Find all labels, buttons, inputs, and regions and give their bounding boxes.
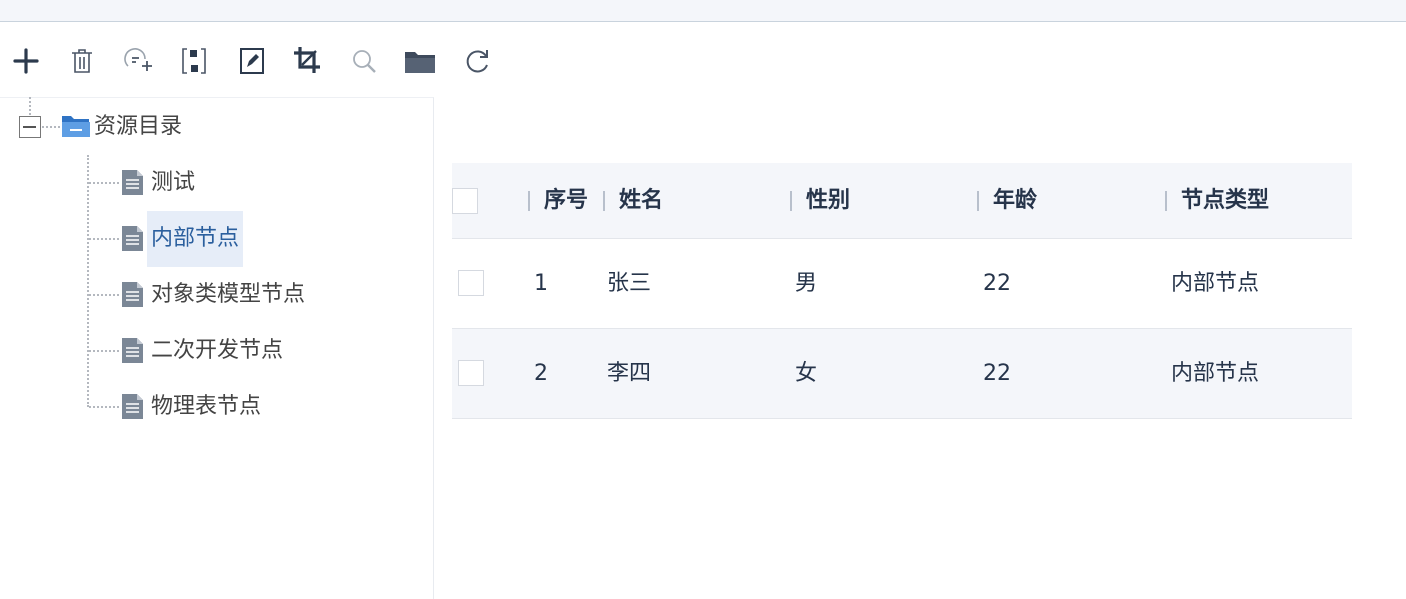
toolbar bbox=[0, 40, 520, 84]
folder-open-icon bbox=[61, 113, 91, 143]
document-icon bbox=[121, 337, 144, 368]
tree-connector bbox=[89, 182, 119, 184]
edit-icon[interactable] bbox=[236, 40, 268, 82]
tree-connector bbox=[42, 126, 60, 128]
search-icon[interactable] bbox=[348, 40, 380, 82]
column-header-name[interactable]: 姓名 bbox=[619, 163, 663, 239]
cell-age: 22 bbox=[983, 271, 1011, 296]
tree-connector bbox=[89, 294, 119, 296]
tree-connector bbox=[89, 406, 119, 408]
column-header-index[interactable]: 序号 bbox=[544, 163, 588, 239]
top-bar bbox=[0, 0, 1406, 22]
table-row[interactable]: 2 李四 女 22 内部节点 bbox=[452, 329, 1352, 419]
document-icon bbox=[121, 225, 144, 256]
column-separator bbox=[528, 191, 530, 211]
resize-icon[interactable] bbox=[178, 40, 210, 82]
column-header-age[interactable]: 年龄 bbox=[993, 163, 1037, 239]
collapse-toggle[interactable] bbox=[19, 116, 41, 138]
cell-name: 李四 bbox=[607, 361, 652, 386]
delete-icon[interactable] bbox=[66, 40, 98, 82]
table-row[interactable]: 1 张三 男 22 内部节点 bbox=[452, 239, 1352, 329]
tree-connector bbox=[89, 238, 119, 240]
tree-connector bbox=[87, 155, 89, 407]
cell-age: 22 bbox=[983, 361, 1011, 386]
document-icon bbox=[121, 281, 144, 312]
tree-node-physical-table[interactable]: 物理表节点 bbox=[147, 379, 265, 435]
tree-node-secondary-dev[interactable]: 二次开发节点 bbox=[147, 323, 287, 379]
column-header-gender[interactable]: 性别 bbox=[806, 163, 850, 239]
cell-name: 张三 bbox=[607, 271, 652, 296]
add-group-icon[interactable] bbox=[122, 40, 154, 82]
cell-gender: 男 bbox=[795, 271, 818, 296]
column-header-node-type[interactable]: 节点类型 bbox=[1181, 163, 1269, 239]
cell-index: 1 bbox=[534, 271, 548, 296]
document-icon bbox=[121, 393, 144, 424]
column-separator bbox=[790, 191, 792, 211]
column-separator bbox=[977, 191, 979, 211]
tree-connector bbox=[89, 350, 119, 352]
cell-index: 2 bbox=[534, 361, 548, 386]
tree-node-test[interactable]: 测试 bbox=[147, 155, 199, 211]
column-separator bbox=[603, 191, 605, 211]
folder-icon[interactable] bbox=[404, 40, 436, 82]
refresh-icon[interactable] bbox=[462, 40, 494, 82]
tree-connector bbox=[29, 97, 31, 115]
crop-icon[interactable] bbox=[292, 40, 324, 82]
cell-node-type: 内部节点 bbox=[1171, 361, 1260, 386]
tree-root-label[interactable]: 资源目录 bbox=[94, 112, 182, 142]
row-checkbox[interactable] bbox=[458, 270, 484, 296]
cell-node-type: 内部节点 bbox=[1171, 271, 1260, 296]
column-separator bbox=[1165, 191, 1167, 211]
tree-node-object-model[interactable]: 对象类模型节点 bbox=[147, 267, 309, 323]
add-icon[interactable] bbox=[10, 40, 42, 82]
tree-node-internal[interactable]: 内部节点 bbox=[147, 211, 244, 267]
grid-header: 序号 姓名 性别 年龄 节点类型 bbox=[452, 163, 1352, 239]
document-icon bbox=[121, 169, 144, 200]
select-all-checkbox[interactable] bbox=[452, 188, 478, 214]
cell-gender: 女 bbox=[795, 361, 818, 386]
row-checkbox[interactable] bbox=[458, 360, 484, 386]
